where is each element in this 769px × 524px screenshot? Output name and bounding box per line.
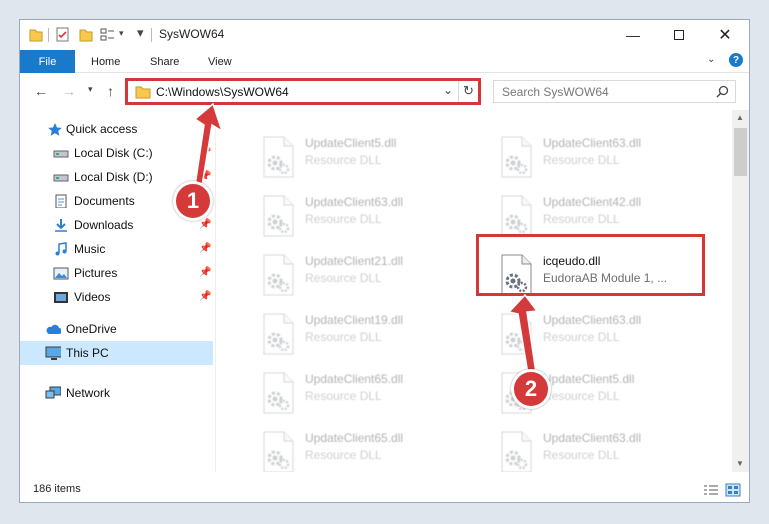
annotation-arrows xyxy=(193,102,539,375)
step-2-badge: 2 xyxy=(511,369,551,409)
file-explorer-window: ▾ ▾ SysWOW64 — ✕ File Home Share View ⌄ … xyxy=(19,19,750,503)
arrow-2-icon xyxy=(507,293,539,375)
step-1-badge: 1 xyxy=(173,181,213,221)
arrow-1-icon xyxy=(193,102,224,187)
